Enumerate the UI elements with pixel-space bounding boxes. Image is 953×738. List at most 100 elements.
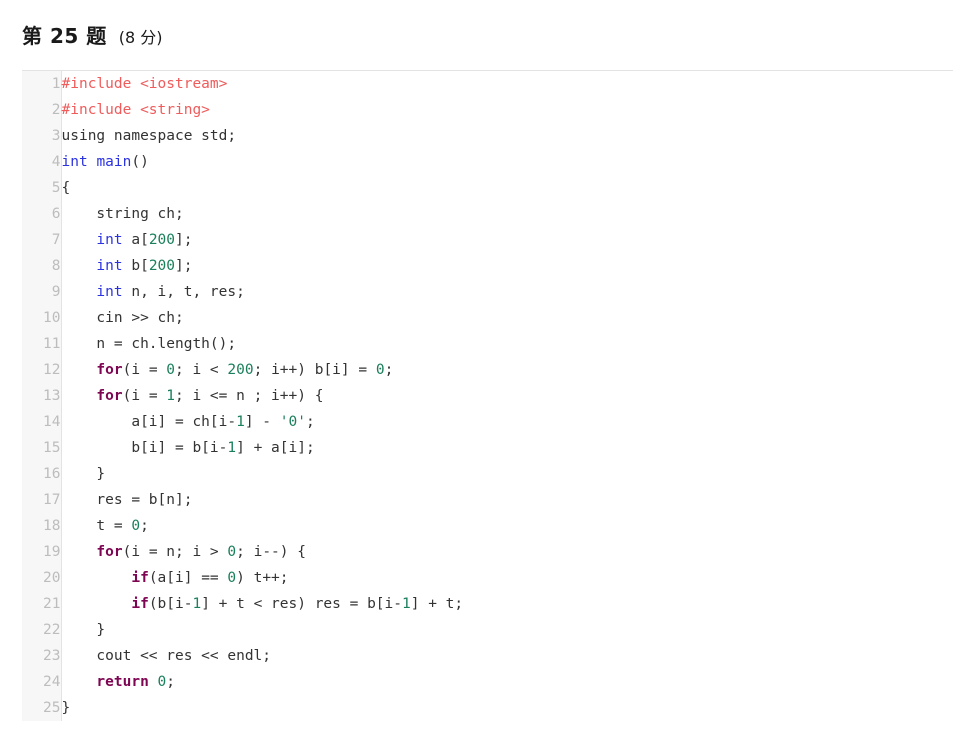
- code-line: }: [62, 461, 953, 487]
- code-token-plain: ] + t;: [410, 596, 464, 612]
- code-token-num: 0: [375, 362, 385, 378]
- code-token-plain: }: [61, 466, 106, 482]
- code-token-kw: if: [131, 596, 149, 612]
- line-number: 18: [43, 518, 61, 534]
- line-number-gutter: 1 2 3 4 5 6 7 8 9 10 11 12 13 14 15 16 17 18 19 20 21 22 23 24 2…: [22, 71, 62, 721]
- line-number: 12: [43, 362, 61, 378]
- code-token-plain: n, i, t, res;: [122, 284, 245, 300]
- code-token-plain: {: [61, 180, 71, 196]
- code-token-plain: t =: [61, 518, 132, 534]
- code-token-plain: (i =: [122, 388, 167, 404]
- code-token-kw: if: [131, 570, 149, 586]
- code-line: a[i] = ch[i-1] - '0';: [62, 409, 953, 435]
- line-number: 17: [43, 492, 61, 508]
- line-number: 19: [43, 544, 61, 560]
- code-token-num: 1: [402, 596, 411, 612]
- code-token-plain: ;: [305, 414, 315, 430]
- code-line-list: #include <iostream> #include <string> usin…: [62, 71, 953, 721]
- code-token-str: '0': [279, 414, 306, 430]
- line-number: 20: [43, 570, 61, 586]
- line-number: 3: [51, 128, 61, 144]
- code-token-plain: ] -: [244, 414, 280, 430]
- line-number: 24: [43, 674, 61, 690]
- line-number: 9: [51, 284, 61, 300]
- line-number: 1: [51, 76, 61, 92]
- code-token-plain: ];: [175, 258, 193, 274]
- code-token-plain: ];: [175, 232, 193, 248]
- line-number: 16: [43, 466, 61, 482]
- code-token-pre: #include <string>: [61, 102, 210, 118]
- code-token-fn: main: [96, 154, 132, 170]
- line-number: 4: [51, 154, 61, 170]
- code-line: if(b[i-1] + t < res) res = b[i-1] + t;: [62, 591, 953, 617]
- code-token-plain: string ch;: [61, 206, 184, 222]
- code-token-plain: ; i--) {: [236, 544, 306, 560]
- code-line: string ch;: [62, 201, 953, 227]
- code-line: int a[200];: [62, 227, 953, 253]
- code-token-num: 1: [236, 414, 245, 430]
- code-line: t = 0;: [62, 513, 953, 539]
- code-line: int b[200];: [62, 253, 953, 279]
- code-token-plain: (b[i-: [148, 596, 193, 612]
- code-line: for(i = 1; i <= n ; i++) {: [62, 383, 953, 409]
- code-block: 1 2 3 4 5 6 7 8 9 10 11 12 13 14 15 16 17 18 19 20 21 22 23 24 2…: [22, 70, 953, 721]
- code-token-plain: b[i] = b[i-: [61, 440, 228, 456]
- line-number: 6: [51, 206, 61, 222]
- code-line: n = ch.length();: [62, 331, 953, 357]
- code-token-plain: ;: [384, 362, 394, 378]
- code-line: res = b[n];: [62, 487, 953, 513]
- code-token-num: 0: [157, 674, 167, 690]
- code-line: {: [62, 175, 953, 201]
- code-token-plain: (i =: [122, 362, 167, 378]
- code-token-plain: ; i <= n ; i++) {: [175, 388, 324, 404]
- code-line: return 0;: [62, 669, 953, 695]
- line-number: 14: [43, 414, 61, 430]
- line-number: 25: [43, 700, 61, 716]
- code-line: int main(): [62, 149, 953, 175]
- code-token-plain: ;: [140, 518, 149, 534]
- line-number: 7: [51, 232, 61, 248]
- question-score-label: (8 分): [118, 28, 163, 47]
- code-token-plain: n = ch.length();: [61, 336, 237, 352]
- code-token-plain: }: [61, 622, 106, 638]
- line-number-list: 1 2 3 4 5 6 7 8 9 10 11 12 13 14 15 16 17 18 19 20 21 22 23 24 2…: [22, 71, 61, 721]
- code-token-kw: for: [96, 388, 123, 404]
- code-token-plain: ] + a[i];: [236, 440, 315, 456]
- page-title: 第 25 题 (8 分): [0, 0, 953, 48]
- code-token-plain: ; i++) b[i] =: [253, 362, 376, 378]
- line-number: 22: [43, 622, 61, 638]
- line-number: 2: [51, 102, 61, 118]
- code-line: if(a[i] == 0) t++;: [62, 565, 953, 591]
- code-token-plain: b[: [122, 258, 149, 274]
- line-number: 8: [51, 258, 61, 274]
- code-token-num: 0: [166, 362, 176, 378]
- code-token-num: 0: [131, 518, 141, 534]
- code-token-plain: cin >> ch;: [61, 310, 184, 326]
- code-token-kw: return: [96, 674, 149, 690]
- line-number: 11: [43, 336, 61, 352]
- code-content[interactable]: #include <iostream> #include <string> usin…: [61, 71, 953, 721]
- code-token-num: 1: [166, 388, 176, 404]
- code-line: #include <iostream>: [62, 71, 953, 97]
- code-line: b[i] = b[i-1] + a[i];: [62, 435, 953, 461]
- line-number: 15: [43, 440, 61, 456]
- code-line: using namespace std;: [62, 123, 953, 149]
- code-token-num: 0: [227, 570, 237, 586]
- code-line: int n, i, t, res;: [62, 279, 953, 305]
- line-number: 13: [43, 388, 61, 404]
- code-token-plain: a[: [122, 232, 149, 248]
- code-token-type: int: [96, 258, 123, 274]
- code-token-num: 200: [227, 362, 254, 378]
- code-token-plain: res = b[n];: [61, 492, 193, 508]
- question-number-label: 第 25 题: [22, 24, 107, 48]
- code-token-plain: (a[i] ==: [148, 570, 228, 586]
- code-token-type: int: [96, 284, 123, 300]
- code-line: }: [62, 695, 953, 721]
- code-token-kw: for: [96, 544, 123, 560]
